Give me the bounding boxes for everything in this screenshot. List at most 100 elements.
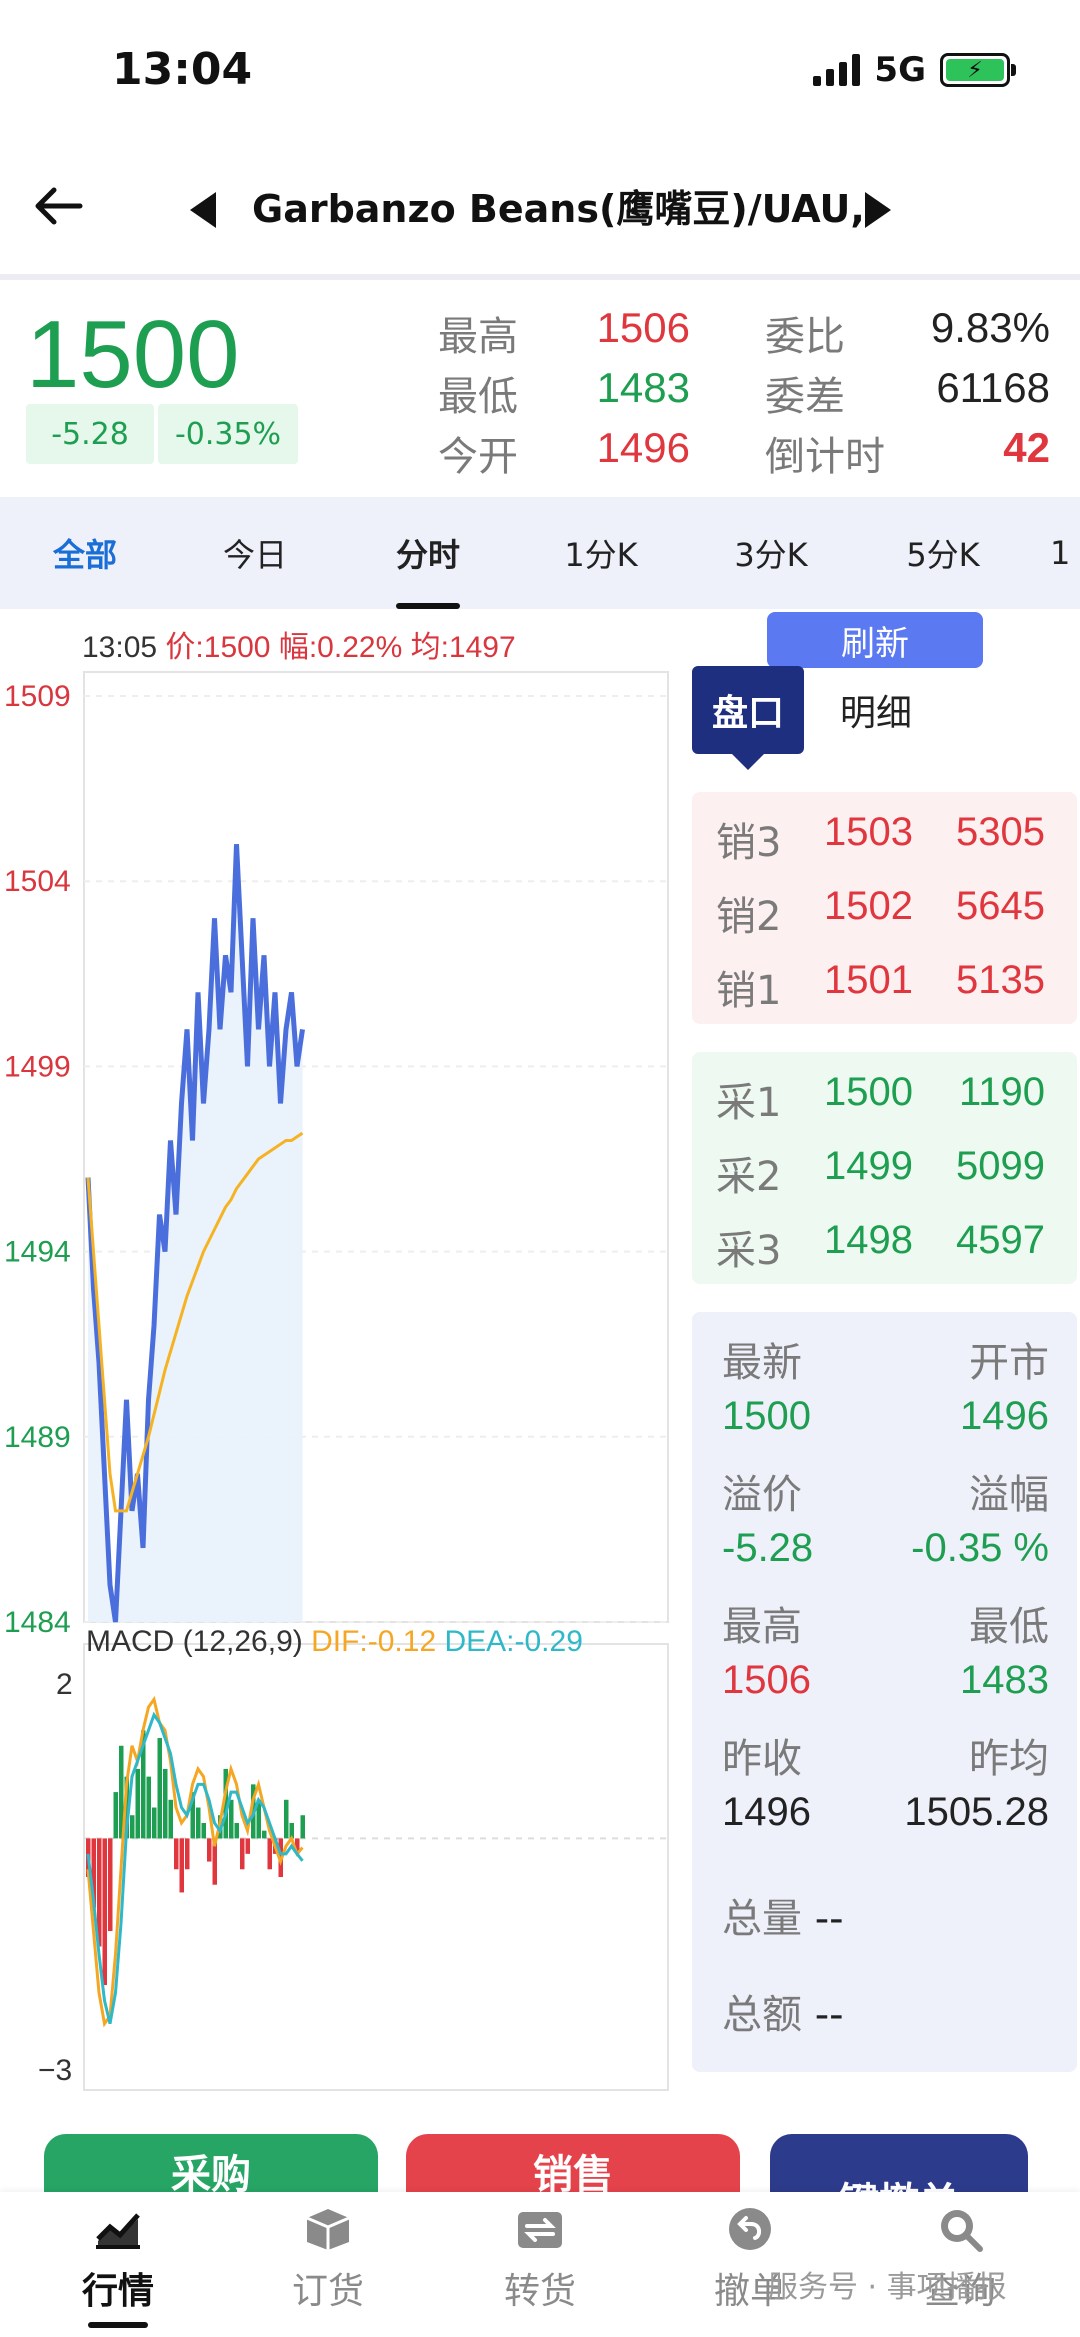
tab-trade-detail[interactable]: 明细 [840,666,912,754]
chart-info-time: 13:05 [82,631,158,664]
high-value: 1506 [722,1658,811,1702]
open-value: 1496 [960,1394,1049,1438]
macd-histogram-bar [196,1807,201,1839]
next-product-icon[interactable] [865,192,891,228]
macd-histogram-bar [168,1799,173,1839]
tab-5min-k[interactable]: 5分K [878,497,1008,609]
stat-label-countdown: 倒计时 [765,434,885,480]
nav-label: 转货 [503,2271,576,2312]
macd-histogram-bar [108,1838,113,1932]
sell-price: 1503 [824,810,913,854]
amount-row: 总额 -- [722,1982,844,2040]
tab-1min-k[interactable]: 1分K [536,497,666,609]
prev-avg-label: 昨均 [969,1736,1049,1782]
tab-intraday[interactable]: 分时 [363,497,493,609]
amount-value: -- [814,1992,844,2038]
premium-label: 溢价 [722,1472,802,1518]
y-tick-label: 1489 [4,1421,71,1454]
buy-price: 1500 [824,1070,913,1114]
premium-pct-value: -0.35 % [911,1526,1049,1570]
quote-summary: 1500 -5.28 -0.35% 最高 1506 最低 1483 今开 149… [0,286,1080,494]
market-detail-panel: 最新 开市 1500 1496 溢价 溢幅 -5.28 -0.35 % 最高 最… [692,1312,1077,2072]
prev-close-label: 昨收 [722,1736,802,1782]
macd-histogram-bar [135,1768,140,1839]
macd-histogram-bar [284,1799,289,1839]
nav-transfer[interactable]: 转货 [470,2204,610,2324]
volume-label: 总量 [722,1896,802,1942]
product-title: Garbanzo Beans(鹰嘴豆)/UAU, [252,187,862,231]
sell-level-label: 销1 [716,968,782,1014]
tab-3min-k[interactable]: 3分K [706,497,836,609]
buy-price: 1498 [824,1218,913,1262]
macd-histogram-bar [146,1776,151,1839]
back-button[interactable] [28,176,88,236]
tab-more[interactable]: 1 [1050,497,1080,609]
refresh-button[interactable]: 刷新 [767,612,983,668]
buy-level-label: 采3 [716,1228,782,1274]
y-tick-label: 1499 [4,1050,71,1083]
stat-value-open: 1496 [596,424,690,471]
low-value: 1483 [960,1658,1049,1702]
chart-info-amp: 幅:0.22% [278,631,403,664]
premium-value: -5.28 [722,1526,814,1570]
sell-row: 销1 1501 5135 [692,958,1077,1030]
macd-histogram-bar [201,1822,206,1839]
macd-chart-frame [83,1643,669,2091]
macd-dea-label: DEA:-0.29 [444,1625,583,1658]
stat-value-bid-diff: 61168 [936,364,1050,411]
macd-legend: MACD (12,26,9) DIF:-0.12 DEA:-0.29 [86,1625,583,1659]
stat-value-low: 1483 [596,364,690,411]
status-bar: 13:04 5G ⚡ [0,0,1080,140]
macd-histogram-bar [174,1838,179,1870]
tab-all[interactable]: 全部 [20,497,150,609]
sell-level-label: 销2 [716,894,782,940]
macd-y-tick-label: 2 [56,1668,73,1701]
tab-today[interactable]: 今日 [190,497,320,609]
macd-dif-label: DIF:-0.12 [311,1625,437,1658]
y-tick-label: 1484 [4,1606,71,1639]
high-label: 最高 [722,1604,802,1650]
macd-histogram-bar [229,1799,234,1839]
sell-qty: 5645 [956,884,1045,928]
buy-level-label: 采2 [716,1154,782,1200]
stat-label-open: 今开 [438,434,518,480]
network-type: 5G [874,50,926,90]
sell-price: 1501 [824,958,913,1002]
stat-value-high: 1506 [596,304,690,351]
volume-row: 总量 -- [722,1886,844,1944]
amount-label: 总额 [722,1992,802,2038]
buy-price: 1499 [824,1144,913,1188]
macd-histogram-bar [262,1830,267,1839]
price-change: -5.28 [26,404,154,464]
nav-order[interactable]: 订货 [258,2204,398,2324]
macd-histogram-bar [185,1838,190,1870]
macd-histogram-bar [102,1838,107,1986]
macd-histogram-bar [113,1792,118,1839]
status-time: 13:04 [112,44,253,95]
macd-histogram-bar [163,1768,168,1839]
chart-info-avg: 均:1497 [410,631,516,664]
tab-order-book[interactable]: 盘口 [692,666,804,770]
sell-qty: 5135 [956,958,1045,1002]
status-icons: 5G ⚡ [813,50,1016,90]
prev-product-icon[interactable] [190,192,216,228]
open-label: 开市 [969,1340,1049,1386]
sell-row: 销2 1502 5645 [692,884,1077,956]
sell-row: 销3 1503 5305 [692,810,1077,882]
buy-row: 采3 1498 4597 [692,1218,1077,1290]
premium-pct-label: 溢幅 [969,1472,1049,1518]
latest-label: 最新 [722,1340,802,1386]
buy-qty: 1190 [958,1070,1045,1114]
sell-level-label: 销3 [716,820,782,866]
macd-histogram-bar [245,1838,250,1854]
battery-icon: ⚡ [940,53,1016,87]
nav-market[interactable]: 行情 [48,2204,188,2328]
search-icon [932,2204,988,2254]
macd-y-tick-label: −3 [38,2054,72,2087]
prev-avg-value: 1505.28 [904,1790,1049,1834]
macd-histogram-bar [152,1807,157,1839]
macd-histogram-bar [157,1738,162,1839]
sell-qty: 5305 [956,810,1045,854]
y-tick-label: 1504 [4,865,71,898]
period-tabs: 全部 今日 分时 1分K 3分K 5分K 1 [0,497,1080,609]
